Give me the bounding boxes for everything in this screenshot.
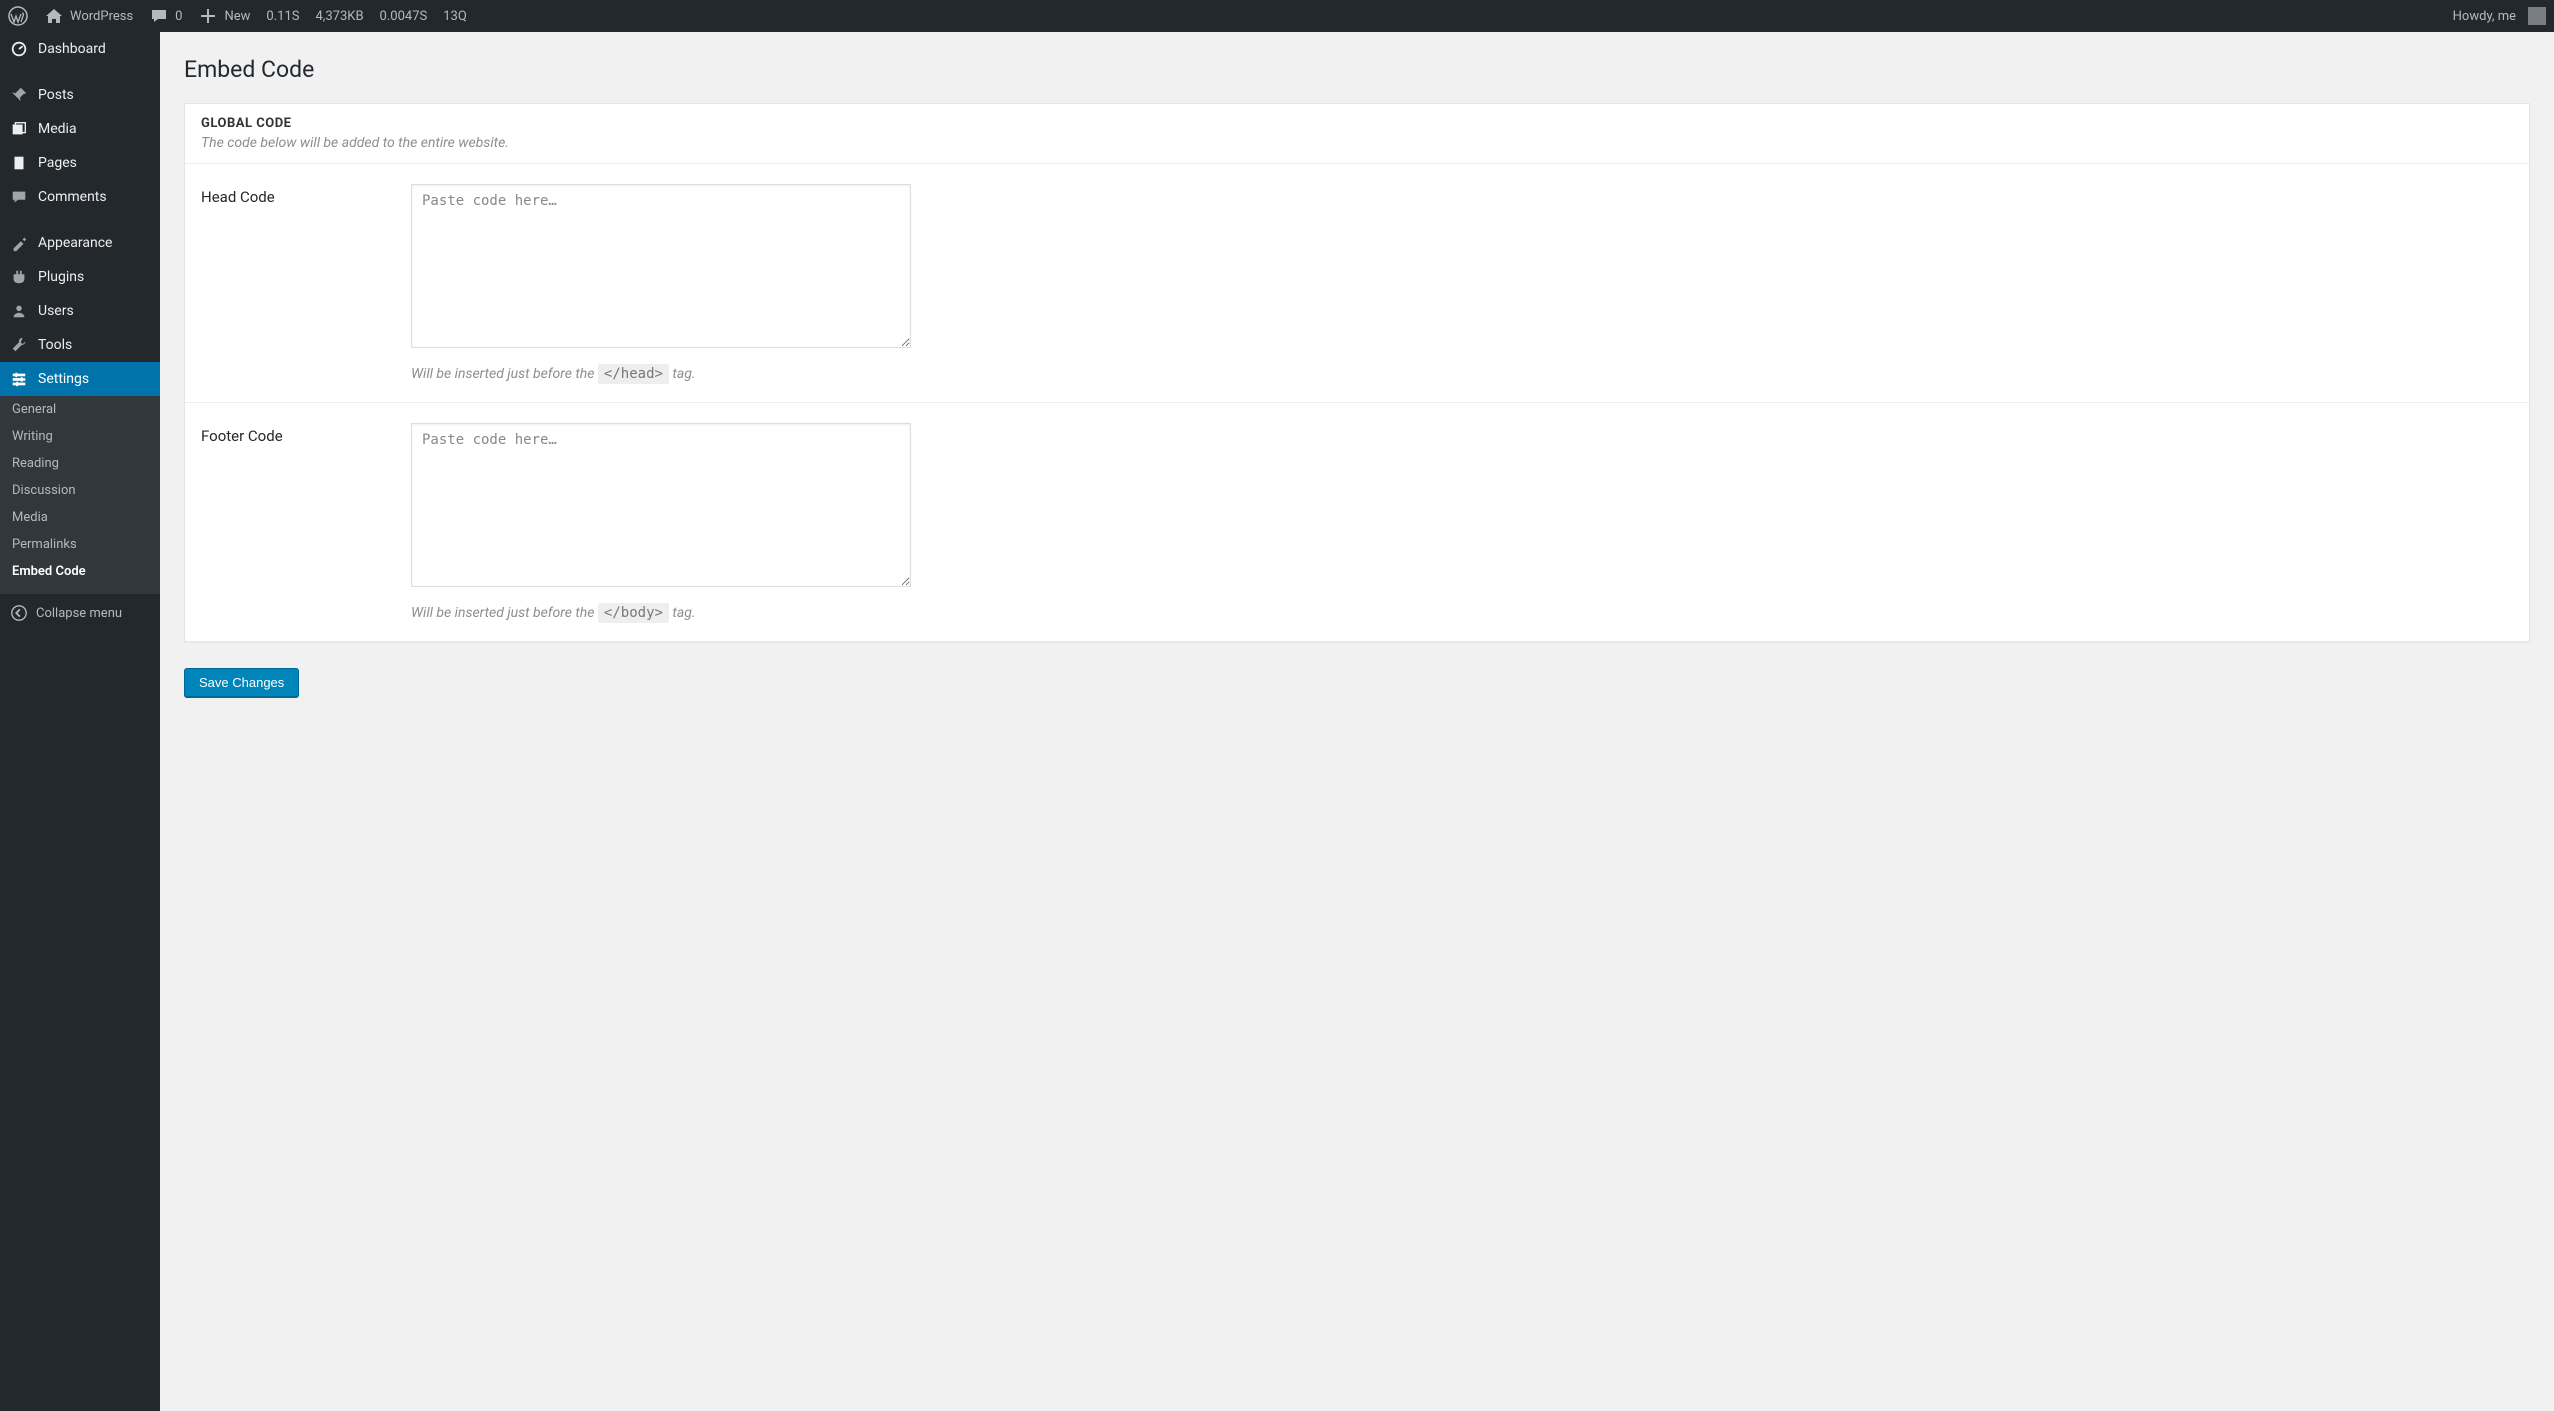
debug-stat-queries[interactable]: 13Q [443,9,467,24]
tools-icon [10,336,28,354]
sidebar-item-posts[interactable]: Posts [0,78,160,112]
admin-sidebar: Dashboard Posts Media Pages Comments [0,32,160,1411]
plus-icon [198,6,218,26]
sidebar-item-settings[interactable]: Settings [0,362,160,396]
footer-code-textarea[interactable] [411,423,911,587]
sidebar-item-tools[interactable]: Tools [0,328,160,362]
sidebar-item-label: Settings [38,371,89,387]
global-code-panel: GLOBAL CODE The code below will be added… [184,103,2530,642]
admin-topbar: WordPress 0 New 0.11S 4,373KB 0.0047S 13… [0,0,2554,32]
head-tag-code: </head> [598,364,669,384]
sidebar-item-label: Users [38,303,74,319]
plugins-icon [10,268,28,286]
wordpress-logo-menu[interactable] [8,6,28,26]
submenu-item-reading[interactable]: Reading [0,450,160,477]
sidebar-item-label: Dashboard [38,41,106,57]
debug-stat-memory[interactable]: 4,373KB [316,9,364,24]
sidebar-item-label: Appearance [38,235,112,251]
howdy-text: Howdy, me [2453,9,2516,24]
footer-code-hint: Will be inserted just before the </body>… [411,605,911,621]
collapse-label: Collapse menu [36,606,122,621]
settings-submenu: General Writing Reading Discussion Media… [0,396,160,593]
comment-icon [149,6,169,26]
sidebar-item-label: Plugins [38,269,84,285]
panel-subheading: The code below will be added to the enti… [201,135,2513,151]
debug-stat-db[interactable]: 0.0047S [380,9,428,24]
submenu-item-embed-code[interactable]: Embed Code [0,558,160,585]
sidebar-item-pages[interactable]: Pages [0,146,160,180]
head-code-label: Head Code [201,184,411,206]
page-title: Embed Code [184,56,2530,83]
settings-icon [10,370,28,388]
avatar [2528,7,2546,25]
head-code-textarea[interactable] [411,184,911,348]
debug-stat-time[interactable]: 0.11S [266,9,299,24]
panel-heading: GLOBAL CODE [201,116,2513,131]
footer-code-label: Footer Code [201,423,411,445]
footer-code-row: Footer Code Will be inserted just before… [185,403,2529,641]
collapse-menu-toggle[interactable]: Collapse menu [0,593,160,632]
comments-link[interactable]: 0 [149,6,182,26]
dashboard-icon [10,40,28,58]
new-label: New [224,9,250,24]
site-home-link[interactable]: WordPress [44,6,133,26]
media-icon [10,120,28,138]
sidebar-item-plugins[interactable]: Plugins [0,260,160,294]
appearance-icon [10,234,28,252]
main-content: Embed Code GLOBAL CODE The code below wi… [160,32,2554,1411]
comments-count: 0 [175,9,182,24]
wordpress-logo-icon [8,6,28,26]
home-icon [44,6,64,26]
submenu-item-general[interactable]: General [0,396,160,423]
submenu-item-media[interactable]: Media [0,504,160,531]
head-code-row: Head Code Will be inserted just before t… [185,164,2529,403]
sidebar-item-label: Comments [38,189,107,205]
sidebar-item-media[interactable]: Media [0,112,160,146]
submenu-item-writing[interactable]: Writing [0,423,160,450]
collapse-icon [10,604,28,622]
sidebar-item-users[interactable]: Users [0,294,160,328]
body-tag-code: </body> [598,603,669,623]
comments-icon [10,188,28,206]
save-changes-button[interactable]: Save Changes [184,668,299,697]
submenu-item-discussion[interactable]: Discussion [0,477,160,504]
pages-icon [10,154,28,172]
sidebar-item-label: Media [38,121,77,137]
account-menu[interactable]: Howdy, me [2453,7,2546,25]
sidebar-item-label: Tools [38,337,72,353]
pin-icon [10,86,28,104]
sidebar-item-label: Posts [38,87,74,103]
users-icon [10,302,28,320]
panel-header: GLOBAL CODE The code below will be added… [185,104,2529,164]
site-name: WordPress [70,9,133,24]
submenu-item-permalinks[interactable]: Permalinks [0,531,160,558]
sidebar-item-dashboard[interactable]: Dashboard [0,32,160,66]
new-content-link[interactable]: New [198,6,250,26]
sidebar-item-comments[interactable]: Comments [0,180,160,214]
sidebar-item-appearance[interactable]: Appearance [0,226,160,260]
head-code-hint: Will be inserted just before the </head>… [411,366,911,382]
sidebar-item-label: Pages [38,155,77,171]
